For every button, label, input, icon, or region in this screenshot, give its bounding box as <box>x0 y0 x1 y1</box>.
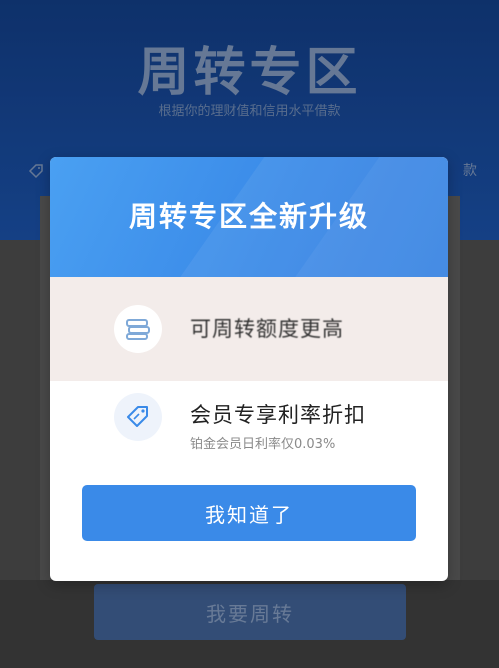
feature-item-rate: 会员专享利率折扣 铂金会员日利率仅0.03% <box>50 381 448 485</box>
feature-title: 会员专享利率折扣 <box>190 403 366 427</box>
feature-item-credit: 可周转额度更高 <box>50 277 448 381</box>
feature-title: 可周转额度更高 <box>190 317 344 341</box>
dialog-header: 周转专区全新升级 <box>50 157 448 277</box>
money-stack-icon <box>114 305 162 353</box>
confirm-button[interactable]: 我知道了 <box>82 485 416 541</box>
tag-icon <box>114 393 162 441</box>
dialog-title: 周转专区全新升级 <box>128 200 369 233</box>
upgrade-dialog: 周转专区全新升级 可周转额度更高 会员专享利率折扣 铂金会员日利率仅0.03% … <box>50 157 448 581</box>
feature-description: 铂金会员日利率仅0.03% <box>190 437 336 452</box>
